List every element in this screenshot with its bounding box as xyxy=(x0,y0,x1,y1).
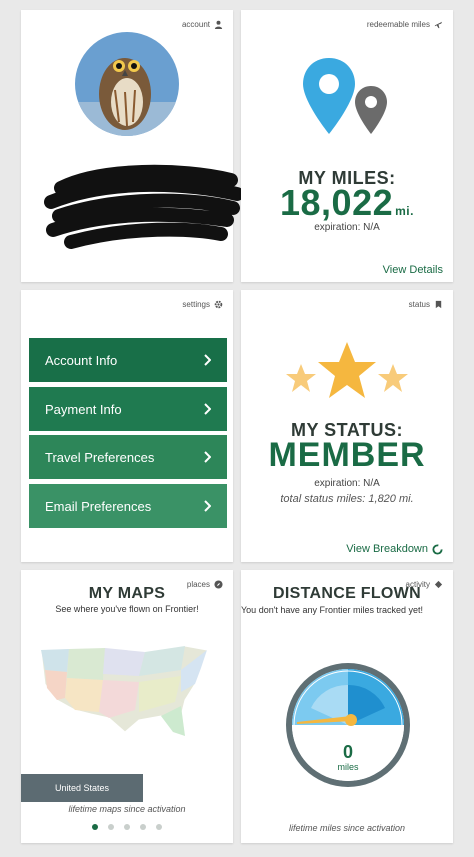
view-details-link[interactable]: View Details xyxy=(383,264,443,276)
miles-value: 18,022 mi. xyxy=(280,182,414,223)
progress-ring-icon xyxy=(432,543,443,555)
maps-subtitle: See where you've flown on Frontier! xyxy=(55,604,199,614)
us-map[interactable] xyxy=(35,640,215,740)
miles-expiration: expiration: N/A xyxy=(314,222,380,233)
owl-avatar-image xyxy=(75,32,179,136)
status-card[interactable]: status MY STATUS: MEMBER expiration: N/A… xyxy=(241,290,453,562)
distance-unit: miles xyxy=(337,762,359,772)
status-expiration: expiration: N/A xyxy=(314,478,380,489)
status-stars-icon xyxy=(286,342,408,398)
distance-gauge: 0 miles xyxy=(286,663,410,787)
map-pins-icon xyxy=(303,58,387,134)
gear-icon xyxy=(214,300,223,309)
distance-card[interactable]: activity DISTANCE FLOWN You don't have a… xyxy=(241,570,453,843)
redacted-name xyxy=(44,164,241,249)
miles-tag: redeemable miles xyxy=(367,20,443,29)
miles-card[interactable]: redeemable miles MY MILES: 18,022 mi. exp… xyxy=(241,10,453,282)
maps-title: MY MAPS xyxy=(88,585,166,602)
carousel-dot[interactable] xyxy=(156,824,162,830)
chevron-right-icon xyxy=(204,354,211,366)
distance-value: 0 xyxy=(343,742,353,762)
chevron-right-icon xyxy=(204,403,211,415)
distance-message: You don't have any Frontier miles tracke… xyxy=(241,605,423,615)
maps-footnote: lifetime maps since activation xyxy=(68,804,186,814)
carousel-dot[interactable] xyxy=(140,824,146,830)
distance-title: DISTANCE FLOWN xyxy=(273,585,421,602)
account-card[interactable]: account xyxy=(21,10,241,282)
travel-preferences-button[interactable]: Travel Preferences xyxy=(29,435,227,479)
settings-card: settings Account Info Payment Info Trave… xyxy=(21,290,233,562)
maps-card[interactable]: places MY MAPS See where you've flown on… xyxy=(21,570,233,843)
bookmark-icon xyxy=(435,300,442,309)
status-miles: total status miles: 1,820 mi. xyxy=(280,493,414,505)
payment-info-button[interactable]: Payment Info xyxy=(29,387,227,431)
account-tag: account xyxy=(182,20,223,29)
status-value: MEMBER xyxy=(268,436,426,474)
country-label[interactable]: United States xyxy=(21,774,143,802)
view-breakdown-link[interactable]: View Breakdown xyxy=(346,543,443,555)
avatar[interactable] xyxy=(75,32,179,136)
person-icon xyxy=(214,20,223,29)
chevron-right-icon xyxy=(204,500,211,512)
carousel-dots xyxy=(21,824,233,830)
account-info-button[interactable]: Account Info xyxy=(29,338,227,382)
chevron-right-icon xyxy=(204,451,211,463)
settings-tag: settings xyxy=(182,300,223,309)
distance-footnote: lifetime miles since activation xyxy=(288,823,406,833)
carousel-dot[interactable] xyxy=(92,824,98,830)
email-preferences-button[interactable]: Email Preferences xyxy=(29,484,227,528)
carousel-dot[interactable] xyxy=(108,824,114,830)
status-tag: status xyxy=(409,300,443,309)
carousel-dot[interactable] xyxy=(124,824,130,830)
airplane-icon xyxy=(434,21,443,29)
